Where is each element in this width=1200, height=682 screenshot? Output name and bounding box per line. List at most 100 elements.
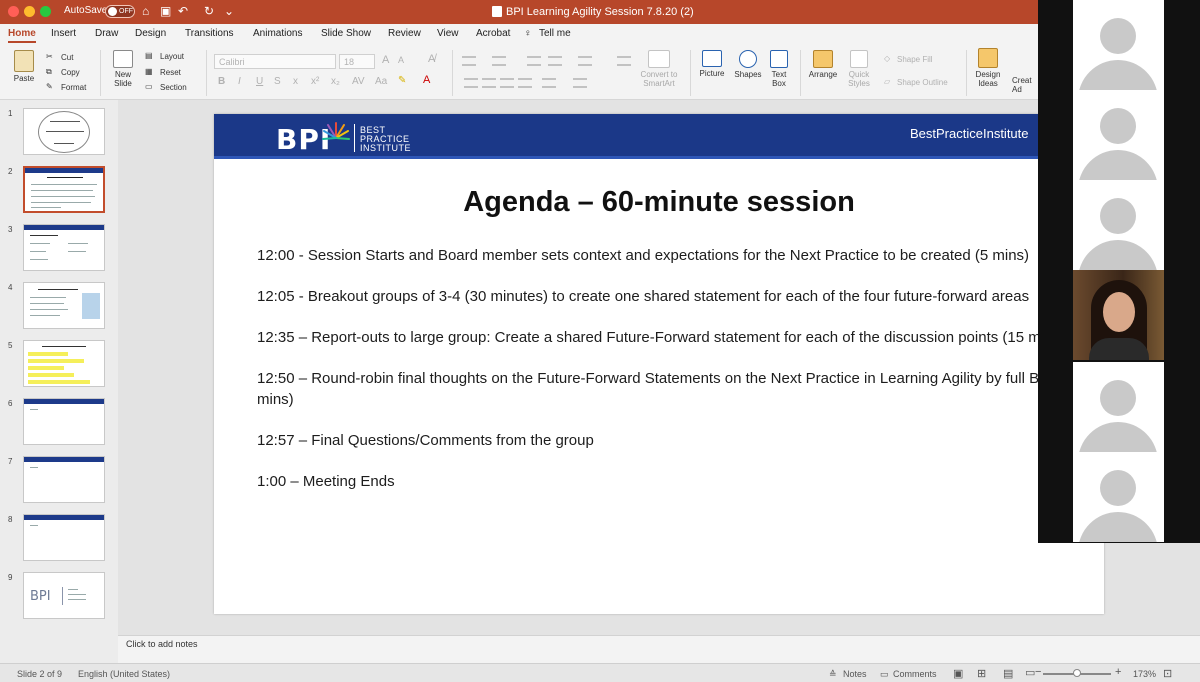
redo-icon[interactable]: ↻ <box>204 4 214 18</box>
tab-design[interactable]: Design <box>135 28 166 39</box>
comments-button[interactable]: Comments <box>893 669 937 679</box>
shape-outline-button[interactable]: Shape Outline <box>897 78 948 87</box>
slide-thumbnail-9[interactable]: BPI <box>23 572 105 619</box>
align-center-icon[interactable] <box>482 78 496 88</box>
char-spacing-icon[interactable]: AV <box>352 76 365 87</box>
section-icon[interactable]: ▭ <box>145 82 153 91</box>
slide-thumbnail-4[interactable] <box>23 282 105 329</box>
text-box-button[interactable]: Text Box <box>766 50 792 88</box>
slide-thumbnail-3[interactable] <box>23 224 105 271</box>
reading-view-icon[interactable]: ▤ <box>1003 667 1013 680</box>
close-window-button[interactable] <box>8 6 19 17</box>
align-right-icon[interactable] <box>500 78 514 88</box>
tab-transitions[interactable]: Transitions <box>185 28 234 39</box>
justify-icon[interactable] <box>518 78 532 88</box>
new-slide-button[interactable]: New Slide <box>106 50 140 88</box>
slide-thumbnail-2[interactable] <box>23 166 105 213</box>
format-painter-button[interactable]: Format <box>61 83 86 92</box>
zoom-window-button[interactable] <box>40 6 51 17</box>
tab-review[interactable]: Review <box>388 28 421 39</box>
participant-tile[interactable] <box>1073 452 1164 542</box>
slide-thumbnail-5[interactable] <box>23 340 105 387</box>
cut-button[interactable]: Cut <box>61 53 73 62</box>
notes-icon[interactable]: ≙ <box>829 669 837 680</box>
slideshow-view-icon[interactable]: ▭ <box>1025 666 1035 679</box>
copy-button[interactable]: Copy <box>61 68 80 77</box>
zoom-level[interactable]: 173% <box>1133 669 1156 679</box>
participant-tile[interactable] <box>1073 90 1164 180</box>
bold-icon[interactable]: B <box>218 76 225 87</box>
agenda-text-box[interactable]: 12:00 - Session Starts and Board member … <box>257 245 1087 512</box>
comments-icon[interactable]: ▭ <box>880 669 889 680</box>
participant-tile[interactable] <box>1073 0 1164 90</box>
underline-icon[interactable]: U <box>256 76 263 87</box>
arrange-button[interactable]: Arrange <box>806 50 840 79</box>
fit-to-window-icon[interactable]: ⊡ <box>1163 667 1172 680</box>
zoom-slider-handle[interactable] <box>1073 669 1081 677</box>
normal-view-icon[interactable]: ▣ <box>953 667 963 680</box>
home-icon[interactable]: ⌂ <box>142 4 149 18</box>
current-slide[interactable]: BPI BEST PRACTICE INSTITUTE BestPractice <box>214 114 1104 614</box>
notes-button[interactable]: Notes <box>843 669 867 679</box>
undo-icon[interactable]: ↶ <box>178 4 188 18</box>
slide-thumbnail-6[interactable] <box>23 398 105 445</box>
increase-font-icon[interactable]: A <box>382 54 389 66</box>
reset-button[interactable]: Reset <box>160 68 181 77</box>
increase-indent-icon[interactable] <box>548 56 562 66</box>
slide-thumbnail-7[interactable] <box>23 456 105 503</box>
participant-video-tile[interactable] <box>1073 270 1164 360</box>
align-left-icon[interactable] <box>464 78 478 88</box>
minimize-window-button[interactable] <box>24 6 35 17</box>
strikethrough-icon[interactable]: x <box>293 76 298 87</box>
tell-me-search[interactable]: Tell me <box>539 28 571 39</box>
slide-title[interactable]: Agenda – 60-minute session <box>214 186 1104 219</box>
customize-toolbar-icon[interactable]: ⌄ <box>224 4 234 18</box>
tab-view[interactable]: View <box>437 28 459 39</box>
shapes-button[interactable]: Shapes <box>732 50 764 79</box>
slide-thumbnail-8[interactable] <box>23 514 105 561</box>
text-direction-icon[interactable] <box>542 78 556 88</box>
clear-formatting-icon[interactable]: A̸ <box>428 53 435 65</box>
shape-fill-icon[interactable]: ◇ <box>884 54 890 63</box>
shadow-icon[interactable]: S <box>274 76 281 87</box>
format-painter-icon[interactable]: ✎ <box>46 82 53 91</box>
font-color-icon[interactable]: A <box>423 74 430 86</box>
shape-fill-button[interactable]: Shape Fill <box>897 55 933 64</box>
section-button[interactable]: Section <box>160 83 187 92</box>
scissors-icon[interactable]: ✂ <box>46 52 53 61</box>
columns-icon[interactable] <box>617 56 631 66</box>
zoom-in-icon[interactable]: + <box>1115 666 1121 678</box>
font-name-field[interactable]: Calibri <box>214 54 336 69</box>
change-case-icon[interactable]: Aa <box>375 76 387 87</box>
convert-smartart-button[interactable]: Convert to SmartArt <box>636 50 682 88</box>
slide-sorter-icon[interactable]: ⊞ <box>977 667 986 680</box>
tab-acrobat[interactable]: Acrobat <box>476 28 510 39</box>
tab-insert[interactable]: Insert <box>51 28 76 39</box>
font-size-field[interactable]: 18 <box>339 54 375 69</box>
design-ideas-button[interactable]: Design Ideas <box>972 48 1004 88</box>
paste-button[interactable]: Paste <box>8 50 40 83</box>
tab-draw[interactable]: Draw <box>95 28 118 39</box>
reset-icon[interactable]: ▦ <box>145 67 153 76</box>
tab-slide-show[interactable]: Slide Show <box>321 28 371 39</box>
italic-icon[interactable]: I <box>238 76 241 87</box>
create-adobe-pdf-button[interactable]: Creat Ad <box>1012 74 1038 94</box>
highlight-icon[interactable]: ✎ <box>398 75 406 86</box>
notes-pane[interactable]: Click to add notes <box>118 635 1200 663</box>
autosave-toggle[interactable]: OFF <box>105 5 135 18</box>
shape-outline-icon[interactable]: ▱ <box>884 77 890 86</box>
bullets-icon[interactable] <box>462 56 476 66</box>
subscript-icon[interactable]: x₂ <box>331 76 340 87</box>
decrease-font-icon[interactable]: A <box>398 55 404 65</box>
line-spacing-icon[interactable] <box>578 56 592 66</box>
zoom-out-icon[interactable]: − <box>1035 666 1041 678</box>
save-icon[interactable]: ▣ <box>160 4 171 18</box>
participant-tile[interactable] <box>1073 180 1164 270</box>
copy-icon[interactable]: ⧉ <box>46 67 52 77</box>
layout-icon[interactable]: ▤ <box>145 51 153 60</box>
picture-button[interactable]: Picture <box>696 50 728 78</box>
numbering-icon[interactable] <box>492 56 506 66</box>
align-text-icon[interactable] <box>573 78 587 88</box>
superscript-icon[interactable]: x² <box>311 76 319 87</box>
quick-styles-button[interactable]: Quick Styles <box>844 50 874 88</box>
